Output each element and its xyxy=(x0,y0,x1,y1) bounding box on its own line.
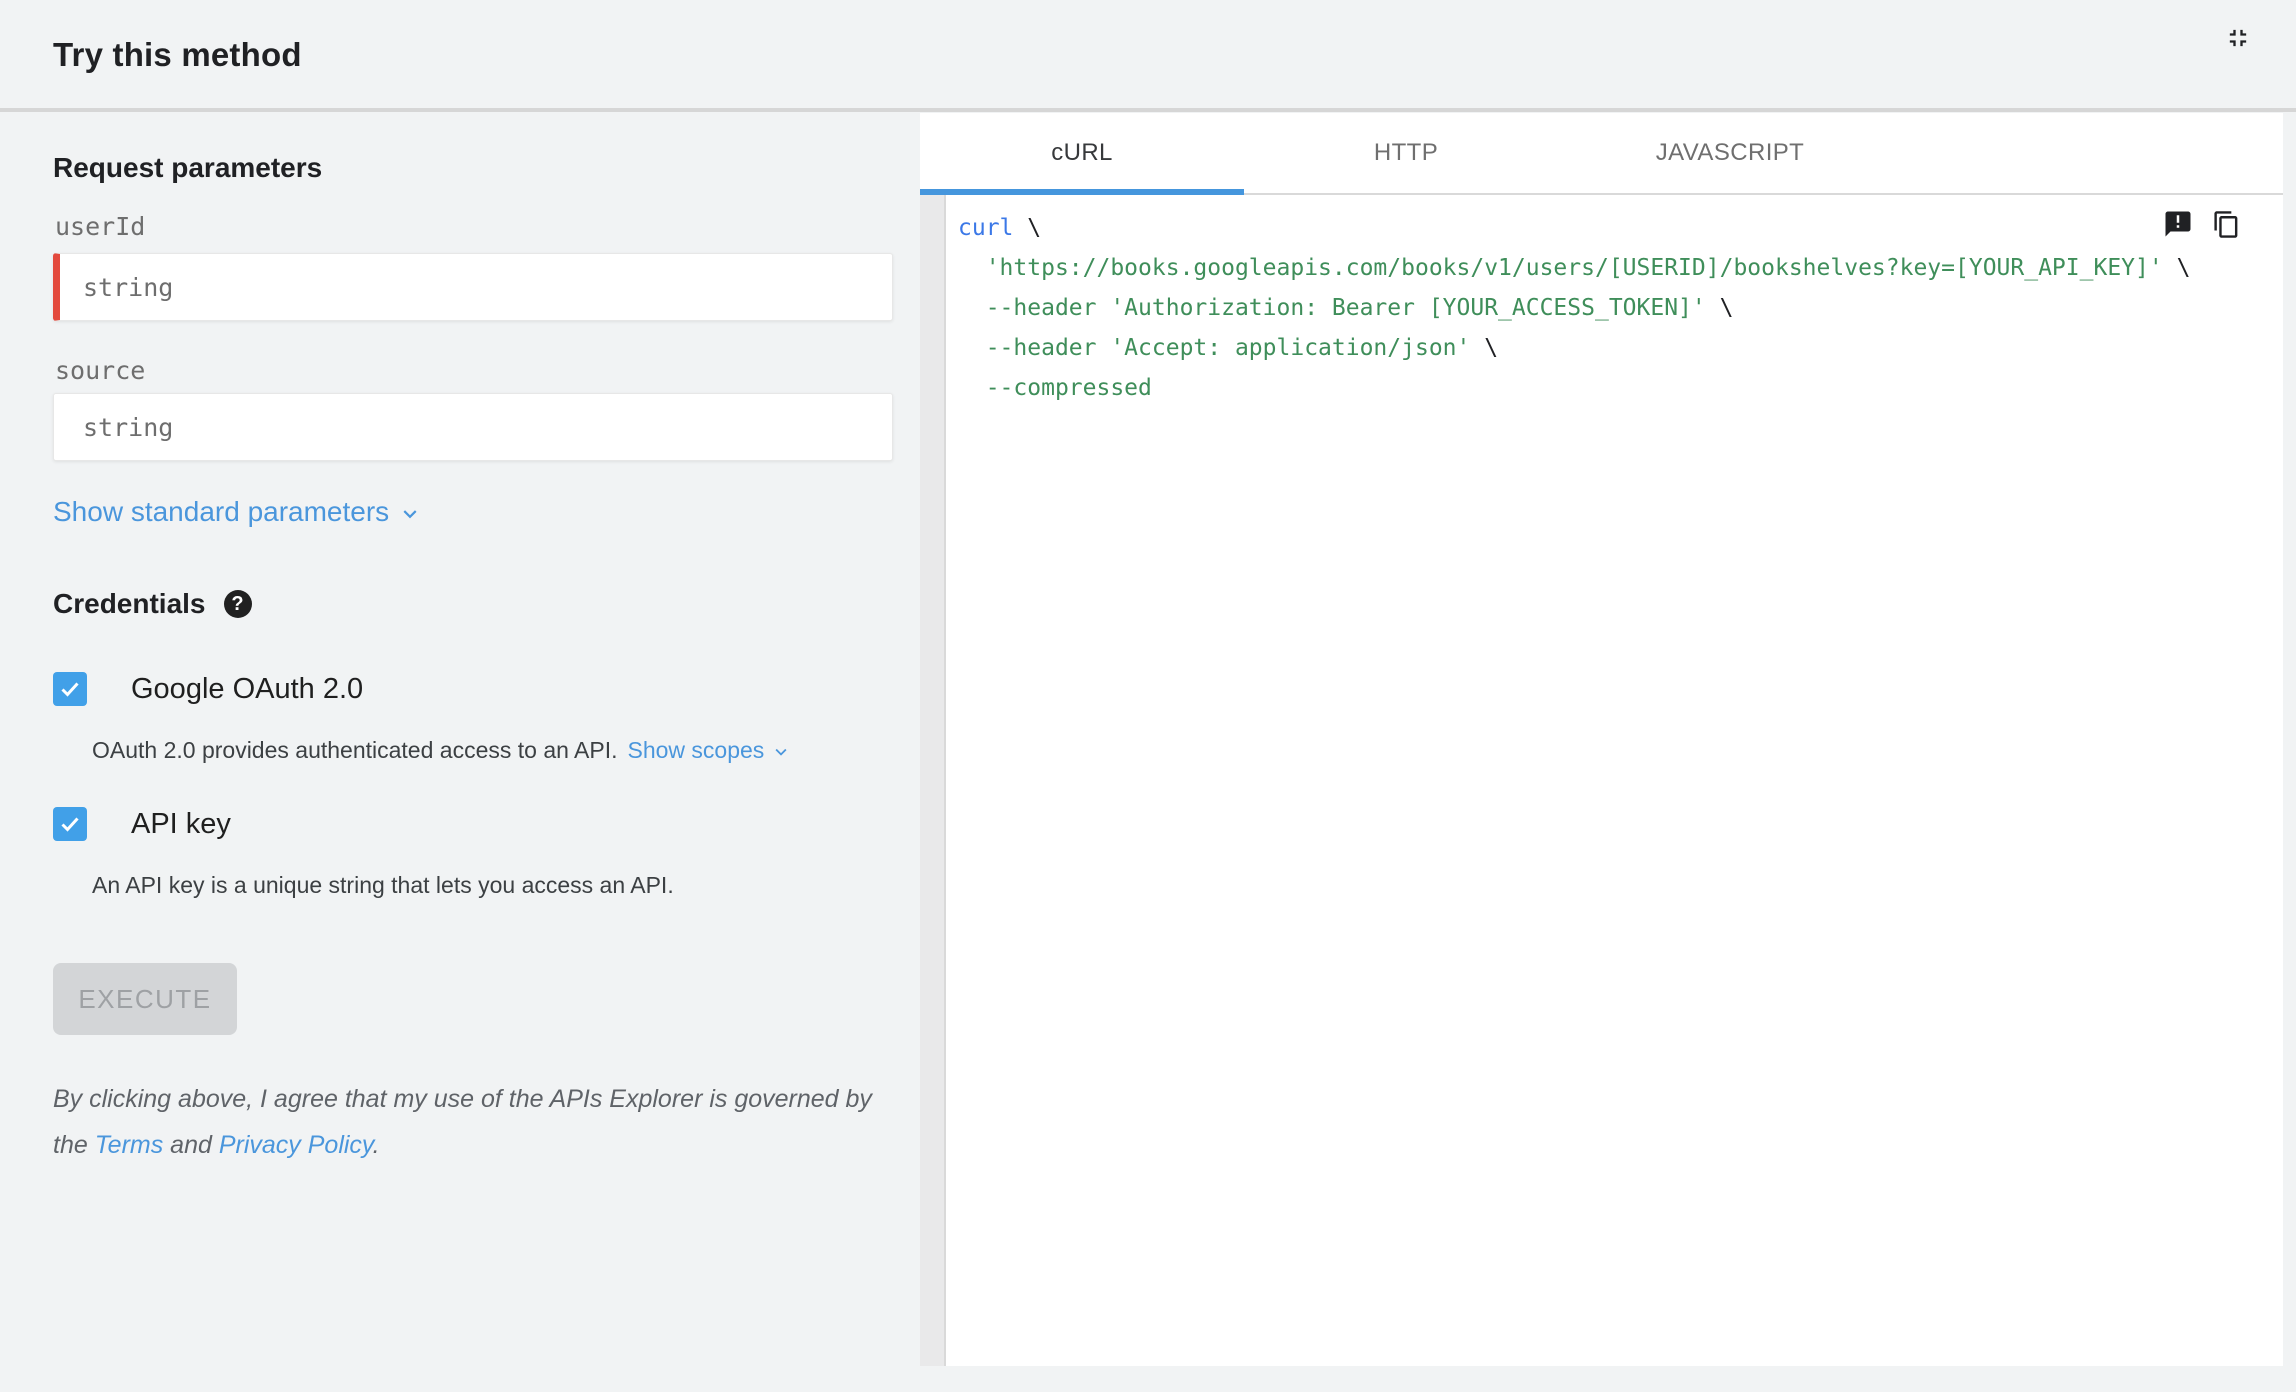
show-scopes-link[interactable]: Show scopes xyxy=(628,737,765,764)
header-divider xyxy=(0,108,2296,112)
tab-http-label: HTTP xyxy=(1373,139,1439,166)
oauth-description-text: OAuth 2.0 provides authenticated access … xyxy=(92,737,618,763)
credentials-heading: Credentials xyxy=(53,588,206,619)
tab-curl-label: cURL xyxy=(1051,139,1113,166)
page-title: Try this method xyxy=(53,36,302,73)
help-icon[interactable]: ? xyxy=(223,590,252,618)
legal-text: By clicking above, I agree that my use o… xyxy=(53,1076,872,1168)
chevron-down-icon xyxy=(403,510,417,519)
oauth-label: Google OAuth 2.0 xyxy=(131,672,364,705)
apikey-description: An API key is a unique string that lets … xyxy=(92,872,674,898)
show-standard-parameters-label[interactable]: Show standard parameters xyxy=(53,496,389,528)
show-standard-parameters-link[interactable]: Show standard parameters xyxy=(53,496,423,528)
tab-curl[interactable]: cURL xyxy=(920,113,1244,195)
chevron-down-icon xyxy=(775,748,787,756)
code-block: curl \ 'https://books.googleapis.com/boo… xyxy=(958,215,2191,401)
tab-javascript-label: JAVASCRIPT xyxy=(1655,139,1805,166)
panel-gutter xyxy=(920,195,944,1366)
oauth-checkbox[interactable] xyxy=(53,672,87,706)
legal-line1: By clicking above, I agree that my use o… xyxy=(53,1085,872,1113)
source-label: source xyxy=(55,356,146,385)
credentials-heading-row: Credentials ? xyxy=(53,588,252,620)
privacy-policy-link[interactable]: Privacy Policy xyxy=(219,1131,373,1159)
request-parameters-heading: Request parameters xyxy=(53,152,323,183)
legal-line2-suffix: . xyxy=(372,1131,380,1159)
userid-input[interactable] xyxy=(53,253,893,321)
oauth-description: OAuth 2.0 provides authenticated access … xyxy=(92,737,792,764)
tab-javascript[interactable]: JAVASCRIPT xyxy=(1568,113,1892,193)
copy-icon[interactable] xyxy=(2212,210,2241,239)
apikey-credential-row: API key xyxy=(53,807,231,841)
code-panel: curl \ 'https://books.googleapis.com/boo… xyxy=(944,195,2283,1366)
apikey-checkbox[interactable] xyxy=(53,807,87,841)
legal-line2-middle: and xyxy=(163,1131,219,1159)
feedback-icon[interactable] xyxy=(2163,209,2193,239)
tab-http[interactable]: HTTP xyxy=(1244,113,1568,193)
apikey-label: API key xyxy=(131,807,231,840)
userid-label: userId xyxy=(55,212,146,241)
legal-line2-prefix: the xyxy=(53,1131,95,1159)
fullscreen-exit-icon[interactable] xyxy=(2224,24,2252,52)
code-sample-tab-bar: cURL HTTP JAVASCRIPT xyxy=(920,113,2283,195)
source-input[interactable] xyxy=(53,393,893,461)
execute-button[interactable]: EXECUTE xyxy=(53,963,237,1035)
oauth-credential-row: Google OAuth 2.0 xyxy=(53,672,363,706)
terms-link[interactable]: Terms xyxy=(95,1131,164,1159)
